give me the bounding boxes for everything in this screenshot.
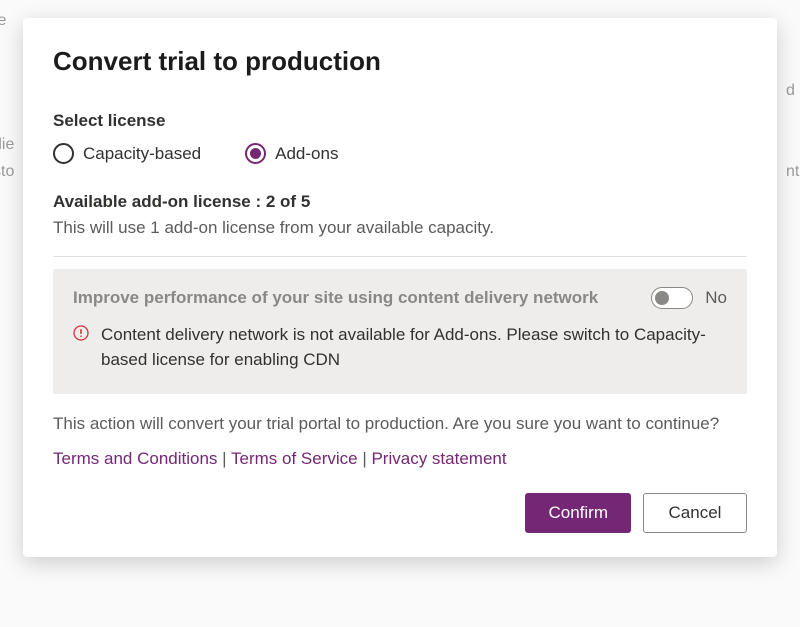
info-icon	[73, 325, 89, 346]
radio-icon	[53, 143, 74, 164]
confirm-prompt-text: This action will convert your trial port…	[53, 412, 747, 437]
radio-add-ons[interactable]: Add-ons	[245, 143, 338, 164]
available-license-desc: This will use 1 add-on license from your…	[53, 218, 747, 238]
cdn-info-panel: Improve performance of your site using c…	[53, 269, 747, 394]
link-separator: |	[222, 449, 231, 468]
terms-of-service-link[interactable]: Terms of Service	[231, 449, 358, 468]
select-license-label: Select license	[53, 111, 747, 131]
backdrop-fragment: te	[0, 12, 6, 30]
cdn-panel-message: Content delivery network is not availabl…	[101, 323, 727, 372]
toggle-knob-icon	[655, 291, 669, 305]
dialog-button-row: Confirm Cancel	[53, 493, 747, 533]
backdrop-fragment: d s	[786, 82, 800, 100]
cdn-toggle-label: No	[705, 288, 727, 308]
cdn-toggle[interactable]	[651, 287, 693, 309]
available-license-line: Available add-on license : 2 of 5	[53, 192, 747, 212]
page-backdrop: te die sto d s nt Convert trial to produ…	[0, 0, 800, 627]
dialog-title: Convert trial to production	[53, 46, 747, 77]
radio-icon	[245, 143, 266, 164]
legal-links-row: Terms and Conditions | Terms of Service …	[53, 449, 747, 469]
confirm-button[interactable]: Confirm	[525, 493, 631, 533]
cdn-panel-heading: Improve performance of your site using c…	[73, 288, 635, 308]
license-radio-group: Capacity-based Add-ons	[53, 143, 747, 164]
radio-label: Capacity-based	[83, 144, 201, 164]
divider	[53, 256, 747, 257]
privacy-statement-link[interactable]: Privacy statement	[371, 449, 506, 468]
cancel-button[interactable]: Cancel	[643, 493, 747, 533]
radio-label: Add-ons	[275, 144, 338, 164]
convert-trial-dialog: Convert trial to production Select licen…	[23, 18, 777, 557]
terms-and-conditions-link[interactable]: Terms and Conditions	[53, 449, 217, 468]
backdrop-fragment: die	[0, 136, 14, 154]
backdrop-fragment: nt	[786, 163, 799, 181]
radio-capacity-based[interactable]: Capacity-based	[53, 143, 201, 164]
backdrop-fragment: sto	[0, 163, 14, 181]
